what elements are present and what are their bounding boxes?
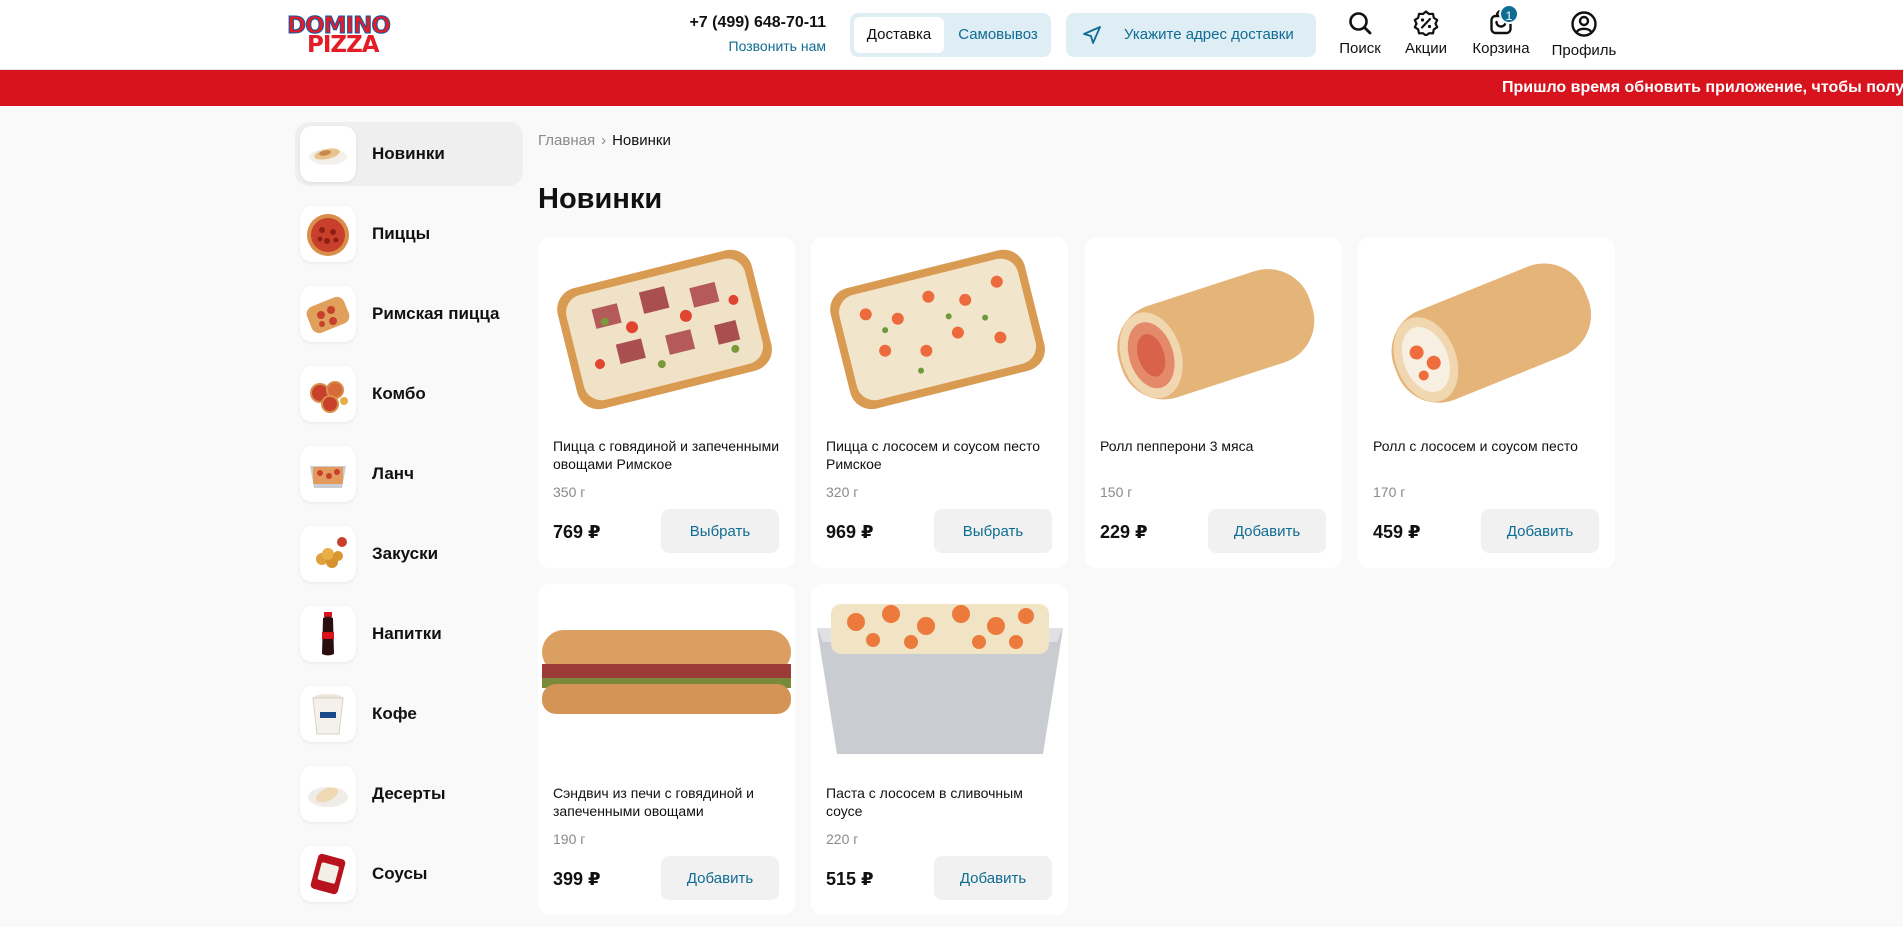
add-button[interactable]: Добавить: [661, 856, 779, 900]
product-card[interactable]: Ролл пепперони 3 мяса 150 г 229 ₽ Добави…: [1085, 237, 1342, 568]
product-weight: 150 г: [1100, 484, 1133, 500]
nav-promotions-label: Акции: [1405, 40, 1447, 57]
product-price: 515 ₽: [826, 869, 874, 889]
sidebar-item-desserts[interactable]: Десерты: [295, 762, 523, 826]
desserts-thumbnail: [300, 766, 356, 822]
breadcrumb-home-link[interactable]: Главная: [538, 132, 595, 149]
sidebar-item-combo[interactable]: Комбо: [295, 362, 523, 426]
sidebar-item-new[interactable]: Новинки: [295, 122, 523, 186]
sidebar-item-label: Пиццы: [372, 224, 431, 243]
product-weight: 170 г: [1373, 484, 1406, 500]
product-price: 969 ₽: [826, 522, 874, 542]
chevron-right-icon: ›: [601, 132, 607, 149]
nav-search-label: Поиск: [1339, 40, 1381, 57]
nav-cart-label: Корзина: [1472, 40, 1530, 57]
snacks-thumbnail: [300, 526, 356, 582]
pepperoni-roll-image: [1117, 269, 1315, 400]
salmon-pasta-image: [817, 604, 1063, 754]
product-card[interactable]: Паста с лососем в сливочным соусе 220 г …: [811, 584, 1068, 915]
sidebar-item-label: Напитки: [372, 624, 442, 643]
delivery-address-button[interactable]: Укажите адрес доставки: [1066, 13, 1316, 57]
product-card[interactable]: Ролл с лососем и соусом песто 170 г 459 …: [1358, 237, 1615, 568]
product-price: 459 ₽: [1373, 522, 1421, 542]
breadcrumb: Главная › Новинки: [538, 132, 671, 149]
roman-pizza-beef-image: [557, 249, 772, 410]
product-weight: 220 г: [826, 831, 859, 847]
sidebar-item-label: Комбо: [372, 384, 426, 403]
product-card[interactable]: Пицца с говядиной и запеченными овощами …: [538, 237, 795, 568]
sidebar-item-sauces[interactable]: Соусы: [295, 842, 523, 906]
nav-search[interactable]: Поиск: [1336, 10, 1384, 60]
sidebar-item-pizzas[interactable]: Пиццы: [295, 202, 523, 266]
roman-pizza-salmon-image: [830, 249, 1045, 410]
address-label: Укажите адрес доставки: [1124, 26, 1294, 43]
nav-profile-label: Профиль: [1551, 42, 1617, 59]
lunch-thumbnail: [300, 446, 356, 502]
product-price: 229 ₽: [1100, 522, 1148, 542]
product-name: Сэндвич из печи с говядиной и запеченным…: [553, 785, 755, 819]
product-weight: 320 г: [826, 484, 859, 500]
search-icon: [1349, 12, 1372, 35]
sidebar-item-coffee[interactable]: Кофе: [295, 682, 523, 746]
choose-button[interactable]: Выбрать: [934, 509, 1052, 553]
nav-profile[interactable]: Профиль: [1550, 10, 1618, 60]
product-name: Ролл пепперони 3 мяса: [1100, 438, 1254, 454]
sidebar-item-label: Десерты: [372, 784, 446, 803]
sidebar-item-drinks[interactable]: Напитки: [295, 602, 523, 666]
combo-thumbnail: [300, 366, 356, 422]
add-button[interactable]: Добавить: [1208, 509, 1326, 553]
product-name: Пицца с говядиной и запеченными овощами …: [553, 438, 780, 472]
sidebar-item-lunch[interactable]: Ланч: [295, 442, 523, 506]
domino-pizza-logo[interactable]: DOMINO PIZZA: [285, 13, 425, 57]
banner-text: Пришло время обновить приложение, чтобы …: [1502, 79, 1903, 96]
product-price: 769 ₽: [553, 522, 601, 542]
choose-button[interactable]: Выбрать: [661, 509, 779, 553]
sidebar-item-label: Новинки: [372, 144, 445, 163]
product-name: Пицца с лососем и соусом песто Римское: [826, 438, 1041, 472]
salmon-roll-image: [1391, 263, 1592, 403]
site-header: DOMINO PIZZA +7 (499) 648-70-11 Позвонит…: [0, 0, 1903, 70]
sidebar-item-label: Соусы: [372, 864, 428, 883]
roman-pizza-thumbnail: [300, 286, 356, 342]
product-weight: 350 г: [553, 484, 586, 500]
cart-count-badge: 1: [1499, 4, 1519, 24]
nav-cart[interactable]: 1 Корзина: [1470, 4, 1532, 60]
product-price: 399 ₽: [553, 869, 601, 889]
product-card[interactable]: Сэндвич из печи с говядиной и запеченным…: [538, 584, 795, 915]
new-category-thumbnail: [300, 126, 356, 182]
nav-promotions[interactable]: Акции: [1401, 10, 1451, 60]
coffee-thumbnail: [300, 686, 356, 742]
delivery-mode-toggle: Доставка Самовывоз: [850, 13, 1051, 57]
call-us-link[interactable]: Позвонить нам: [640, 38, 826, 54]
phone-number[interactable]: +7 (499) 648-70-11: [640, 14, 826, 32]
product-name: Паста с лососем в сливочным соусе: [826, 785, 1023, 819]
sidebar-item-roman-pizza[interactable]: Римская пицца: [295, 282, 523, 346]
breadcrumb-current: Новинки: [612, 132, 671, 149]
sandwich-image: [542, 630, 791, 714]
sidebar-item-label: Ланч: [372, 464, 414, 483]
add-button[interactable]: Добавить: [1481, 509, 1599, 553]
product-card[interactable]: Пицца с лососем и соусом песто Римское 3…: [811, 237, 1068, 568]
add-button[interactable]: Добавить: [934, 856, 1052, 900]
sidebar-item-snacks[interactable]: Закуски: [295, 522, 523, 586]
location-arrow-icon: [1083, 26, 1101, 44]
sauces-thumbnail: [300, 846, 356, 902]
percent-badge-icon: [1413, 10, 1439, 36]
delivery-tab[interactable]: Доставка: [854, 17, 944, 53]
category-sidebar: Новинки Пиццы Римская пицца Комбо Ланч З…: [295, 122, 523, 922]
product-weight: 190 г: [553, 831, 586, 847]
pickup-tab[interactable]: Самовывоз: [948, 17, 1048, 53]
pizza-thumbnail: [300, 206, 356, 262]
product-name: Ролл с лососем и соусом песто: [1373, 438, 1578, 454]
sidebar-item-label: Римская пицца: [372, 304, 500, 323]
page-title: Новинки: [538, 183, 663, 215]
sidebar-item-label: Кофе: [372, 704, 417, 723]
drinks-thumbnail: [300, 606, 356, 662]
profile-icon: [1571, 11, 1597, 37]
update-app-banner[interactable]: Пришло время обновить приложение, чтобы …: [0, 70, 1903, 106]
sidebar-item-label: Закуски: [372, 544, 439, 563]
logo-text-bottom: PIZZA: [307, 32, 380, 58]
